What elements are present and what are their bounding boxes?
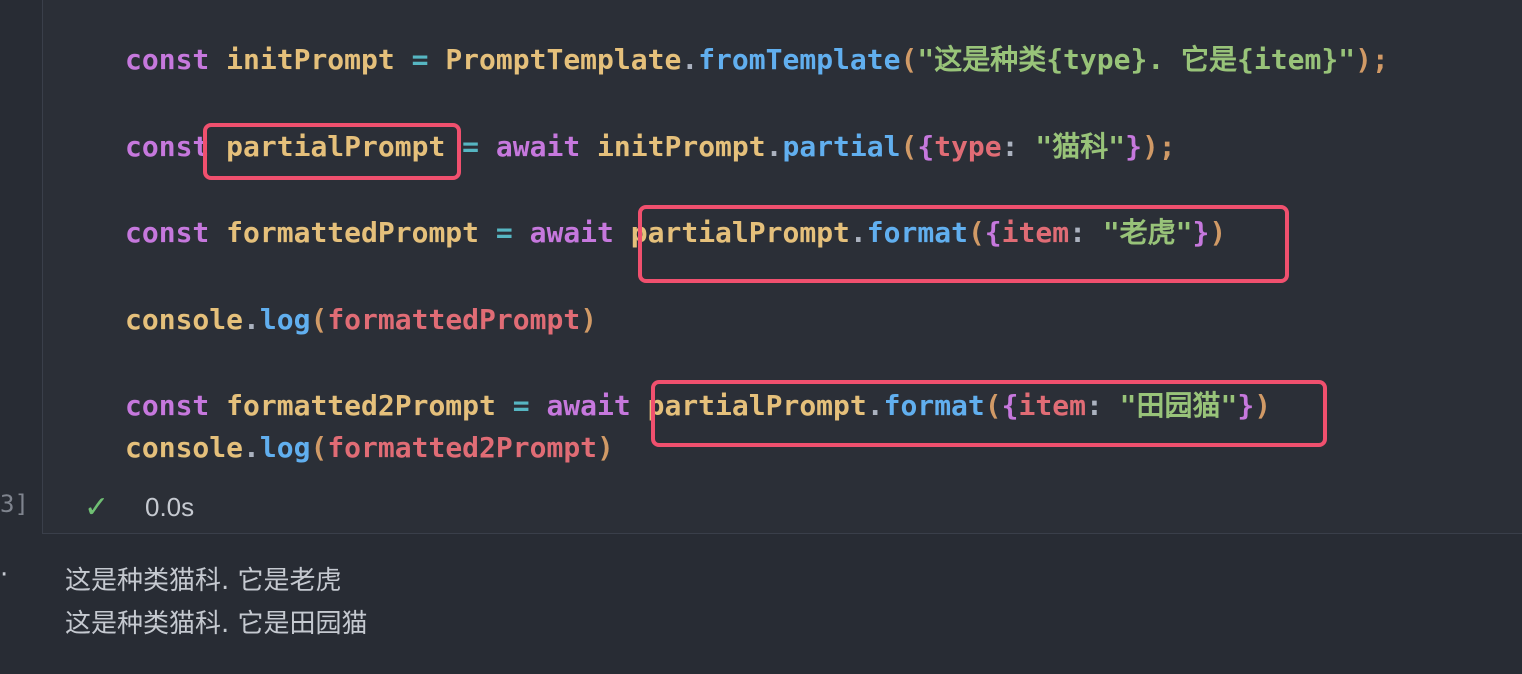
paren: ) [580,303,598,336]
string-literal: "这是种类{type}. 它是{item}" [917,43,1356,76]
string-literal: "猫科" [1035,130,1126,163]
paren: ( [310,303,328,336]
keyword-const: const [125,389,210,422]
keyword-const: const [125,216,210,249]
paren: ( [900,130,918,163]
object-name: console [125,431,244,464]
paren: ) [597,431,614,464]
method-name: partial [782,130,901,163]
object-name: console [125,303,244,336]
keyword-await: await [495,130,581,163]
dot: . [243,431,260,464]
cell-divider [42,533,1522,534]
success-check-icon: ✓ [84,490,110,525]
operator: = [495,216,513,249]
method-name: fromTemplate [698,43,901,76]
operator: = [462,130,480,163]
method-name: log [259,431,311,464]
code-line-1[interactable]: const initPrompt = PromptTemplate.fromTe… [125,40,1389,80]
output-line: 这是种类猫科. 它是田园猫 [65,609,368,639]
keyword-await: await [529,216,614,249]
output-line: 这是种类猫科. 它是老虎 [65,566,342,596]
execution-count: 3] [0,490,29,518]
highlight-box-format-item [638,205,1289,283]
colon: : [1001,130,1019,163]
code-line-6[interactable]: console.log(formatted2Prompt) [125,428,614,468]
operator: = [411,43,429,76]
variable-name: initPrompt [226,43,395,76]
argument-name: formattedPrompt [327,303,581,336]
object-name: PromptTemplate [445,43,682,76]
paren: ); [1355,43,1389,76]
method-name: log [259,303,311,336]
dot: . [243,303,260,336]
brace: { [917,130,935,163]
argument-name: formatted2Prompt [327,431,598,464]
paren: ( [310,431,328,464]
dot: . [681,43,699,76]
variable-name: formatted2Prompt [226,389,496,422]
highlight-box-partial-prompt [203,123,461,180]
keyword-const: const [125,43,210,76]
execution-duration: 0.0s [145,492,195,522]
highlight-box-format-item2 [651,380,1327,447]
operator: = [512,389,530,422]
paren: ( [900,43,918,76]
paren: ); [1141,130,1176,163]
keyword-const: const [125,130,210,163]
object-name: initPrompt [597,130,766,163]
variable-name: formattedPrompt [226,216,480,249]
property-key: type [934,130,1002,163]
dot: . [765,130,783,163]
code-line-4[interactable]: console.log(formattedPrompt) [125,300,597,340]
keyword-await: await [546,389,631,422]
output-marker: · [0,560,9,590]
brace: } [1125,130,1142,163]
